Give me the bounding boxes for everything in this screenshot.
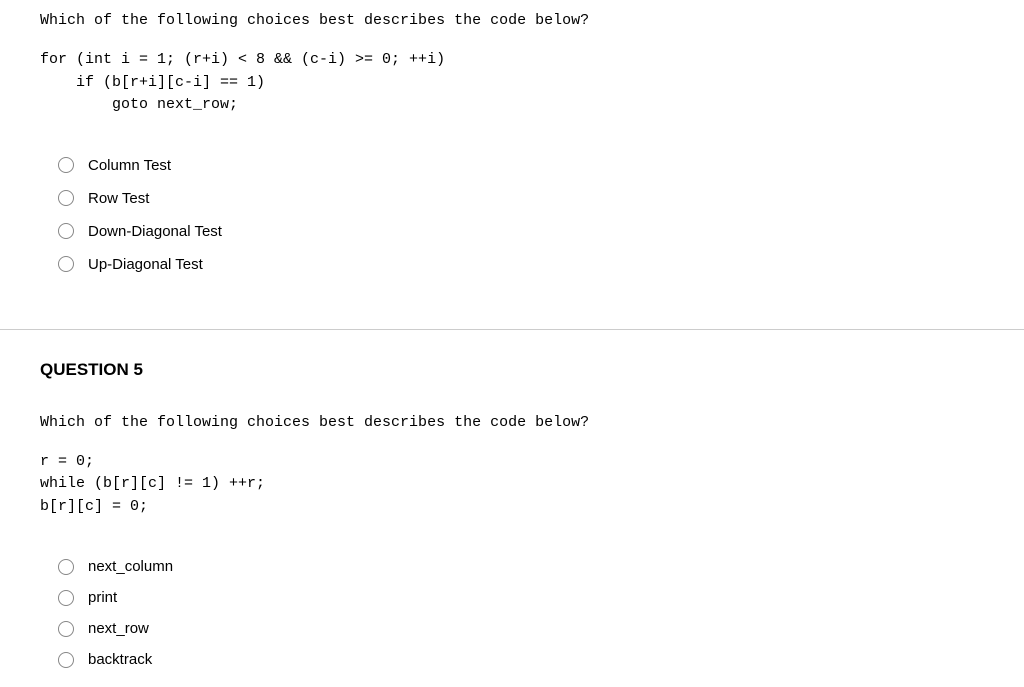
option-row[interactable]: Column Test — [58, 157, 984, 174]
question-5-heading: QUESTION 5 — [40, 360, 1024, 380]
radio-icon[interactable] — [58, 621, 74, 637]
option-row[interactable]: backtrack — [58, 651, 984, 668]
question-divider — [0, 329, 1024, 330]
question-4-prompt: Which of the following choices best desc… — [40, 10, 984, 31]
option-row[interactable]: next_row — [58, 620, 984, 637]
question-5-block: Which of the following choices best desc… — [0, 402, 1024, 669]
option-row[interactable]: next_column — [58, 558, 984, 575]
question-4-options: Column Test Row Test Down-Diagonal Test … — [40, 157, 984, 273]
option-row[interactable]: Up-Diagonal Test — [58, 256, 984, 273]
question-5-code: r = 0; while (b[r][c] != 1) ++r; b[r][c]… — [40, 451, 984, 519]
option-label: Up-Diagonal Test — [88, 256, 203, 273]
radio-icon[interactable] — [58, 157, 74, 173]
question-5-prompt: Which of the following choices best desc… — [40, 412, 984, 433]
question-4-block: Which of the following choices best desc… — [0, 0, 1024, 309]
question-5-options: next_column print next_row backtrack — [40, 558, 984, 668]
radio-icon[interactable] — [58, 190, 74, 206]
radio-icon[interactable] — [58, 256, 74, 272]
radio-icon[interactable] — [58, 223, 74, 239]
option-row[interactable]: Down-Diagonal Test — [58, 223, 984, 240]
radio-icon[interactable] — [58, 559, 74, 575]
option-label: Down-Diagonal Test — [88, 223, 222, 240]
option-label: next_column — [88, 558, 173, 575]
option-row[interactable]: print — [58, 589, 984, 606]
option-label: backtrack — [88, 651, 152, 668]
option-label: Column Test — [88, 157, 171, 174]
option-label: next_row — [88, 620, 149, 637]
radio-icon[interactable] — [58, 652, 74, 668]
option-label: print — [88, 589, 117, 606]
option-label: Row Test — [88, 190, 149, 207]
question-4-code: for (int i = 1; (r+i) < 8 && (c-i) >= 0;… — [40, 49, 984, 117]
radio-icon[interactable] — [58, 590, 74, 606]
option-row[interactable]: Row Test — [58, 190, 984, 207]
